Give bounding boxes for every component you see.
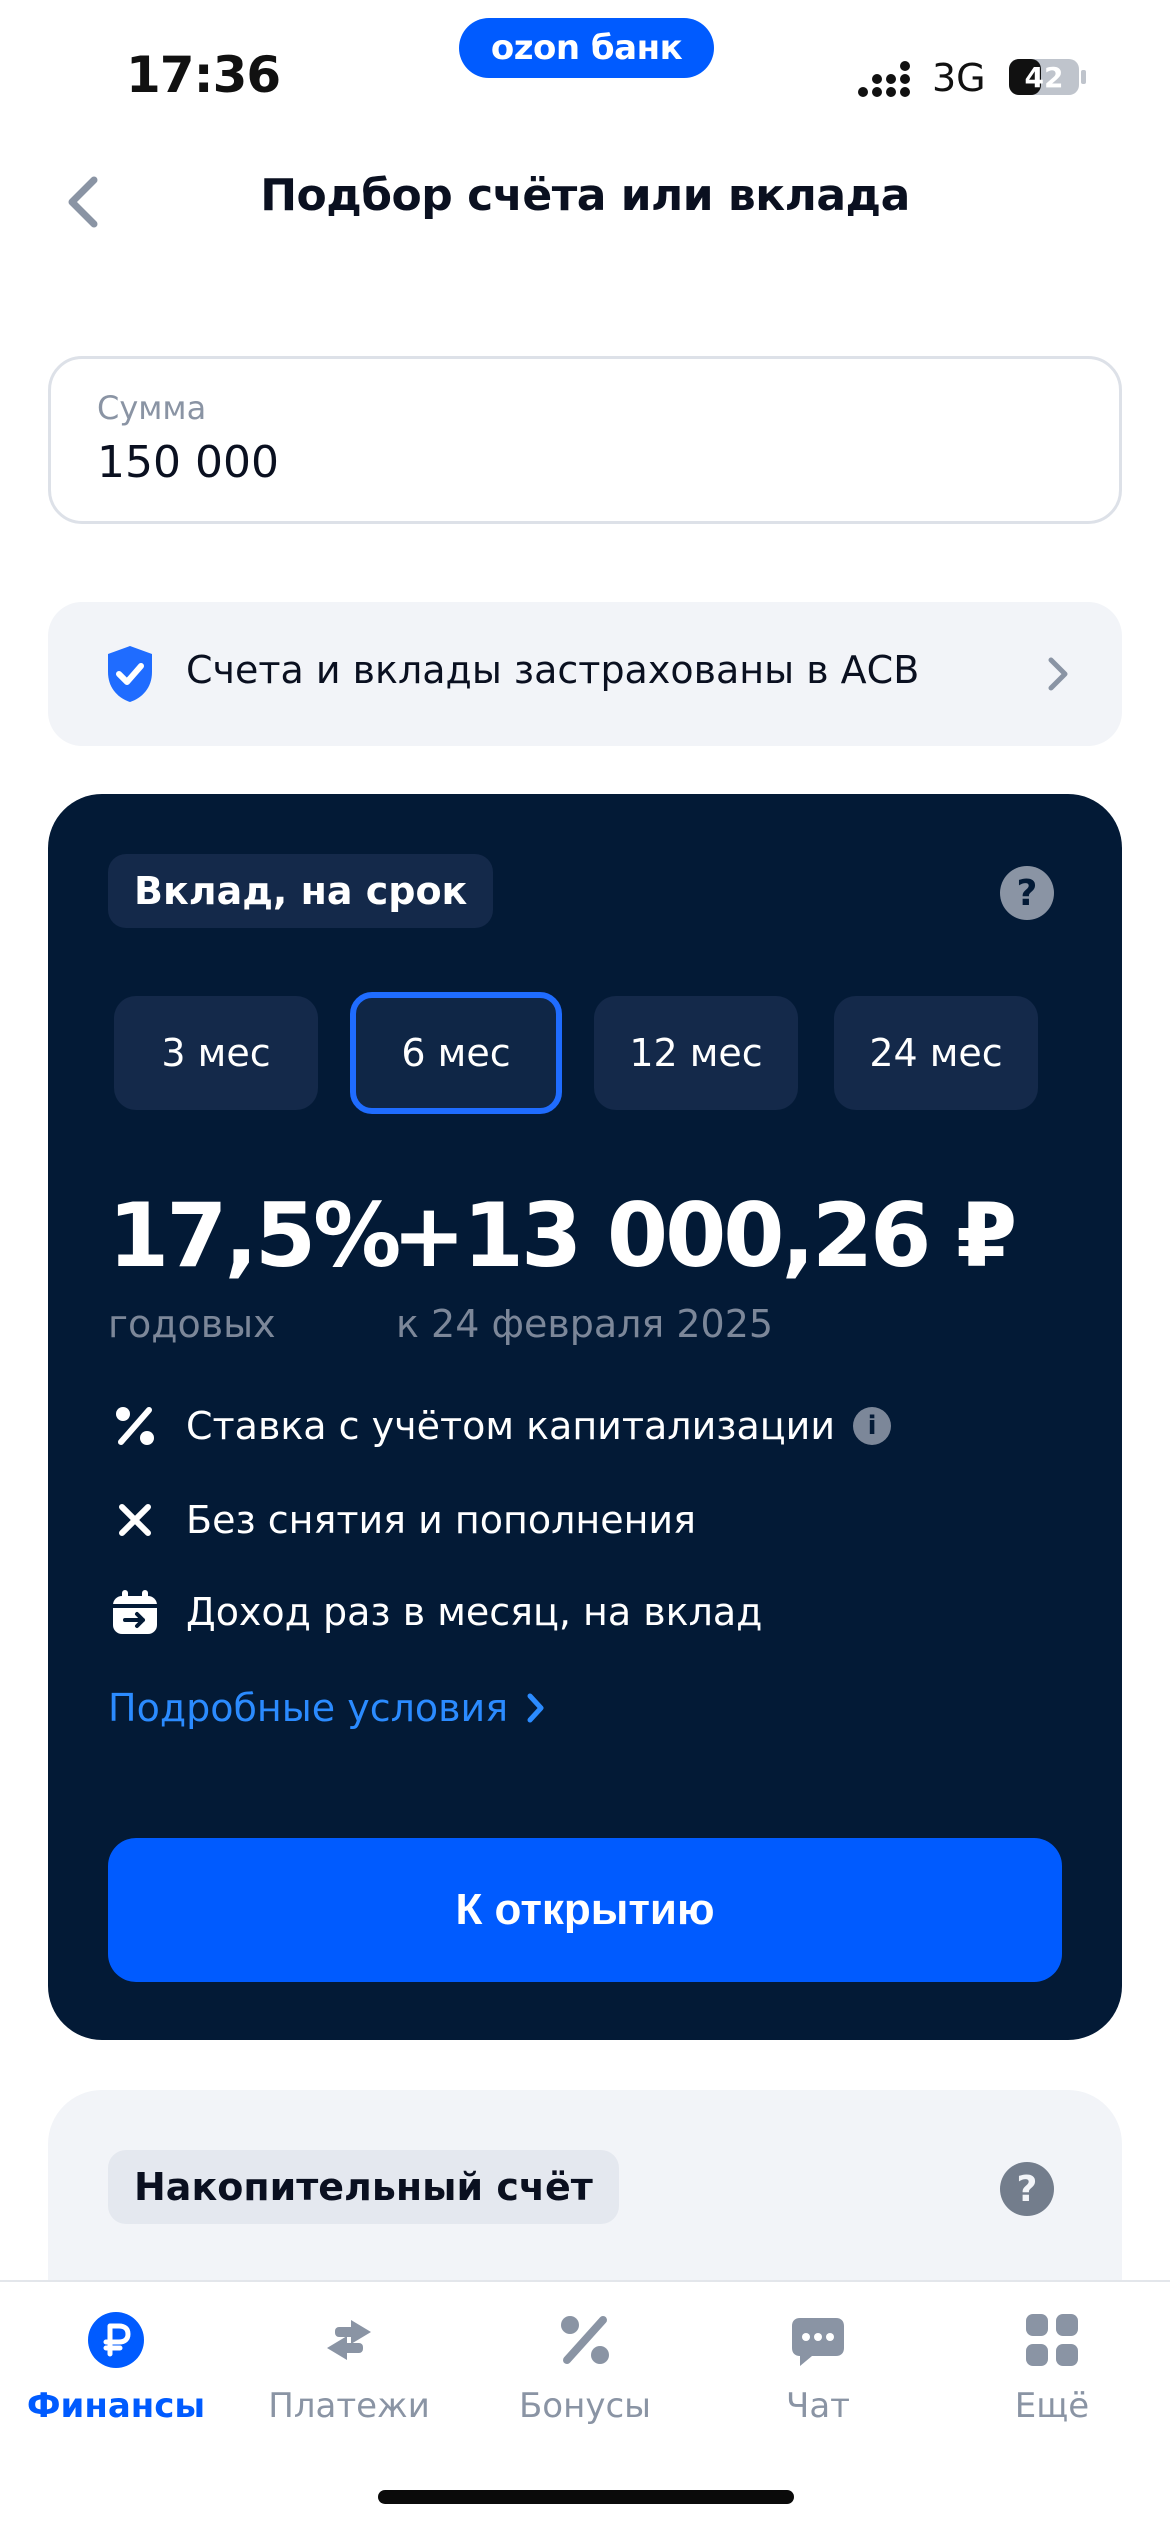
page-title: Подбор счёта или вклада [260, 170, 910, 221]
battery-icon: 42 [1009, 59, 1086, 95]
term-12-months[interactable]: 12 мес [594, 996, 798, 1110]
open-deposit-button[interactable]: К открытию [108, 1838, 1062, 1982]
help-icon[interactable]: ? [1000, 2162, 1054, 2216]
status-time: 17:36 [126, 46, 281, 104]
percent-icon [108, 1399, 162, 1453]
details-link[interactable]: Подробные условия [108, 1686, 546, 1730]
info-icon[interactable]: i [853, 1407, 892, 1445]
brand-pill: ozon банк [459, 18, 714, 78]
screen: 17:36 ozon банк 3G 42 Подбор счёта или в… [0, 0, 1170, 2532]
chevron-right-icon [1048, 657, 1068, 691]
network-label: 3G [932, 56, 986, 100]
battery-level: 42 [1025, 61, 1064, 94]
savings-tag: Накопительный счёт [108, 2150, 619, 2224]
chevron-right-icon [527, 1693, 544, 1723]
feature-monthly-income: Доход раз в месяц, на вклад [108, 1582, 762, 1642]
percent-icon [553, 2308, 617, 2372]
ruble-icon [84, 2308, 148, 2372]
cross-icon [108, 1493, 162, 1547]
tab-bonuses[interactable]: Бонусы [485, 2308, 685, 2426]
feature-no-withdrawal: Без снятия и пополнения [108, 1490, 696, 1550]
insurance-text: Счета и вклады застрахованы в АСВ [186, 648, 920, 692]
amount-field[interactable]: Сумма 150 000 [48, 356, 1122, 524]
amount-label: Сумма [97, 389, 207, 427]
details-link-label: Подробные условия [108, 1686, 509, 1730]
signal-icon [858, 61, 910, 97]
tab-label: Чат [786, 2386, 850, 2426]
tab-more[interactable]: Ещё [952, 2308, 1152, 2426]
term-24-months[interactable]: 24 мес [834, 996, 1038, 1110]
deposit-card: Вклад, на срок ? 3 мес 6 мес 12 мес 24 м… [48, 794, 1122, 2040]
tab-label: Бонусы [518, 2386, 651, 2426]
tab-finances[interactable]: Финансы [16, 2308, 216, 2426]
chat-bubble-icon [786, 2308, 850, 2372]
feature-capitalization: Ставка с учётом капитализации i [108, 1396, 892, 1456]
transfer-arrows-icon [317, 2308, 381, 2372]
feature-text: Доход раз в месяц, на вклад [186, 1590, 763, 1634]
tab-label: Платежи [268, 2386, 430, 2426]
rate-value: 17,5% [108, 1184, 401, 1287]
term-3-months[interactable]: 3 мес [114, 996, 318, 1110]
tab-chat[interactable]: Чат [718, 2308, 918, 2426]
amount-input[interactable]: 150 000 [97, 437, 279, 488]
insurance-banner[interactable]: Счета и вклады застрахованы в АСВ [48, 602, 1122, 746]
calendar-icon [108, 1585, 162, 1639]
shield-icon [108, 646, 152, 702]
income-value: +13 000,26 ₽ [392, 1184, 1017, 1287]
deposit-tag: Вклад, на срок [108, 854, 494, 928]
tab-payments[interactable]: Платежи [249, 2308, 449, 2426]
term-6-months-selected[interactable]: 6 мес [350, 992, 562, 1114]
feature-text: Ставка с учётом капитализации [186, 1404, 836, 1448]
home-indicator[interactable] [378, 2490, 794, 2504]
rate-caption: годовых [108, 1302, 276, 1346]
tab-label: Финансы [26, 2386, 206, 2426]
grid-icon [1020, 2308, 1084, 2372]
feature-text: Без снятия и пополнения [186, 1498, 696, 1542]
help-icon[interactable]: ? [1000, 866, 1054, 920]
tab-label: Ещё [1014, 2386, 1090, 2426]
income-date: к 24 февраля 2025 [396, 1302, 774, 1346]
